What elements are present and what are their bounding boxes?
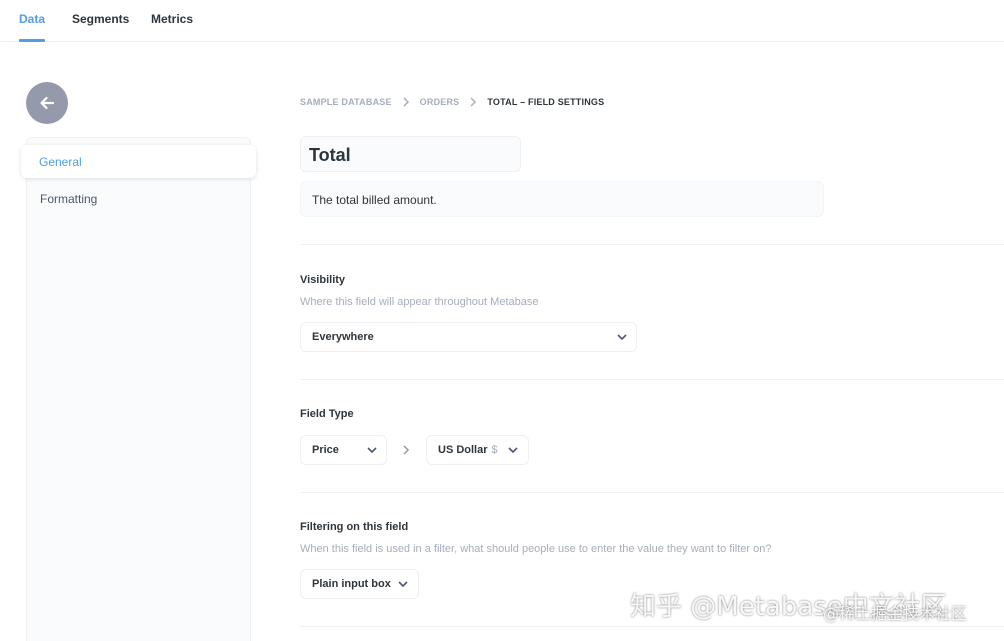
back-button[interactable] (26, 82, 68, 124)
visibility-select[interactable]: Everywhere (300, 322, 637, 352)
breadcrumb-current: TOTAL – FIELD SETTINGS (487, 97, 605, 107)
chevron-right-icon (469, 97, 477, 107)
field-description-input[interactable]: The total billed amount. (300, 181, 824, 217)
chevron-down-icon (367, 447, 377, 454)
active-tab-indicator (19, 39, 45, 42)
filtering-description: When this field is used in a filter, wha… (300, 543, 772, 555)
currency-value: US Dollar (438, 444, 488, 456)
chevron-down-icon (398, 581, 408, 588)
field-type-value: Price (312, 444, 339, 456)
settings-sidebar (26, 137, 251, 641)
tab-segments[interactable]: Segments (72, 12, 129, 26)
currency-select[interactable]: US Dollar $ (426, 435, 529, 465)
visibility-value: Everywhere (312, 331, 374, 343)
chevron-right-icon (403, 445, 410, 455)
tab-metrics[interactable]: Metrics (151, 12, 193, 26)
filtering-title: Filtering on this field (300, 521, 409, 533)
breadcrumb: SAMPLE DATABASE ORDERS TOTAL – FIELD SET… (300, 97, 604, 107)
top-nav: Data Segments Metrics (0, 0, 1004, 42)
filtering-select[interactable]: Plain input box (300, 569, 419, 599)
arrow-left-icon (40, 96, 55, 110)
chevron-right-icon (402, 97, 410, 107)
watermark-juejin: @稀土掘金技术社区 (823, 604, 968, 623)
divider (300, 626, 1004, 627)
sidebar-item-general[interactable]: General (21, 145, 256, 178)
sidebar-item-formatting[interactable]: Formatting (40, 192, 97, 206)
field-type-title: Field Type (300, 408, 354, 420)
visibility-description: Where this field will appear throughout … (300, 296, 539, 308)
chevron-down-icon (508, 447, 518, 454)
field-type-select[interactable]: Price (300, 435, 387, 465)
divider (300, 244, 1004, 245)
breadcrumb-table[interactable]: ORDERS (420, 97, 460, 107)
tab-data[interactable]: Data (19, 12, 45, 26)
visibility-title: Visibility (300, 274, 346, 286)
currency-symbol: $ (491, 444, 498, 456)
filtering-value: Plain input box (312, 578, 391, 590)
chevron-down-icon (617, 334, 627, 341)
breadcrumb-database[interactable]: SAMPLE DATABASE (300, 97, 392, 107)
field-name-input[interactable]: Total (300, 136, 521, 172)
divider (300, 492, 1004, 493)
divider (300, 379, 1004, 380)
